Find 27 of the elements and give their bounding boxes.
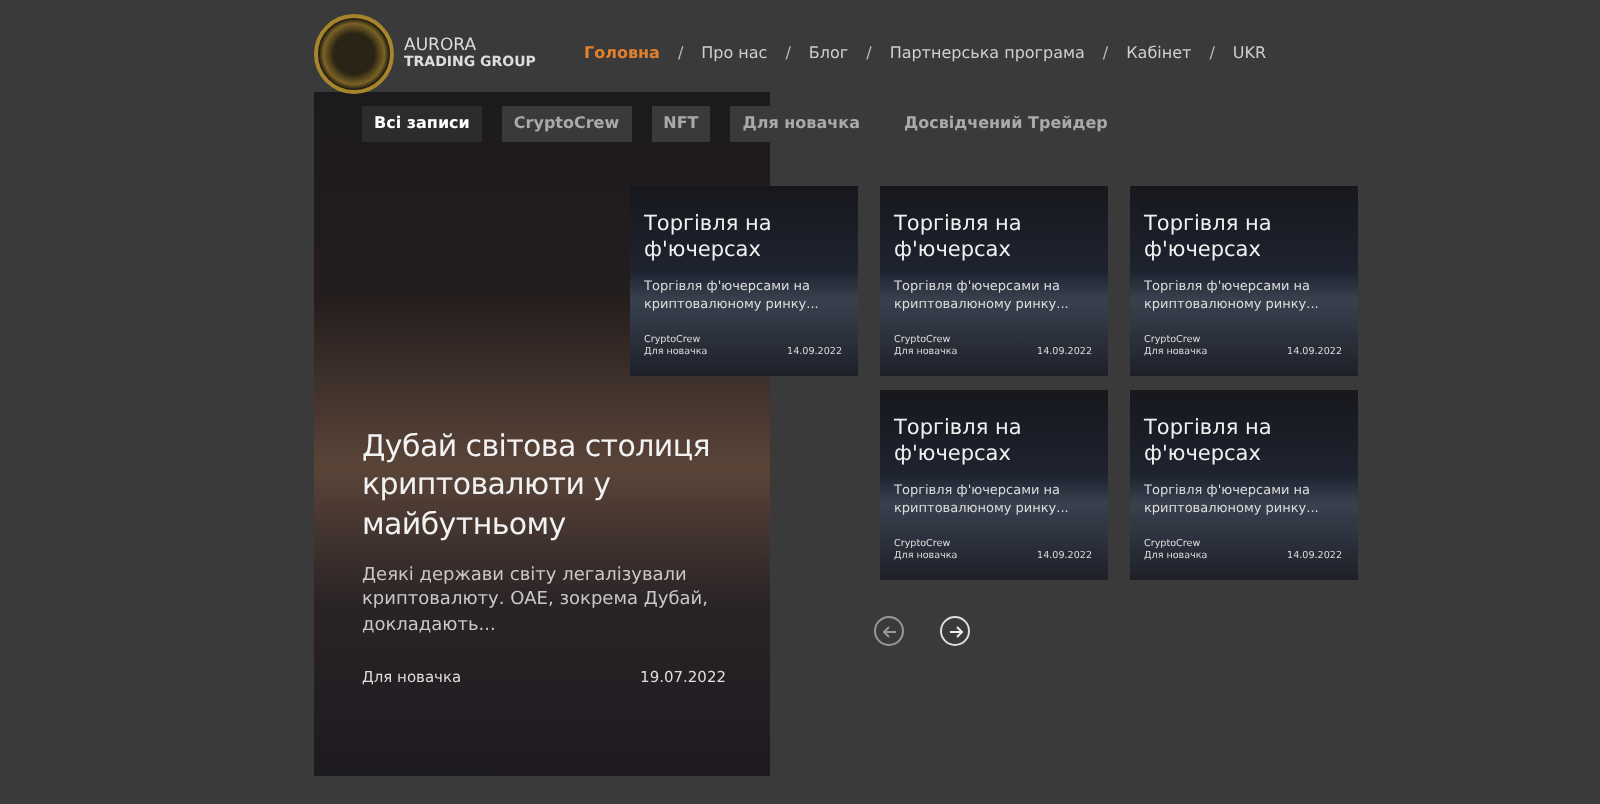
brand-name: AURORA — [404, 37, 479, 56]
nav-link[interactable]: Кабінет — [1126, 42, 1192, 66]
featured-post-title: Дубай світова столиця криптовалюти у майбутньому — [362, 427, 712, 545]
filter-tab[interactable]: Всі записи — [362, 106, 482, 142]
filter-tab[interactable]: CryptoCrew — [501, 106, 632, 142]
arrow-icon — [879, 621, 899, 641]
nav-separator: / — [1209, 42, 1215, 66]
nav-separator: / — [866, 42, 872, 66]
nav-separator: / — [785, 42, 791, 66]
logo-icon[interactable] — [314, 14, 394, 94]
post-title: Торгівля на ф'ючерсах — [644, 212, 774, 263]
post-title: Торгівля на ф'ючерсах — [894, 416, 1024, 467]
post-title: Торгівля на ф'ючерсах — [894, 212, 1024, 263]
next-arrow-button[interactable] — [940, 616, 970, 646]
nav-link[interactable]: Блог — [808, 42, 849, 66]
featured-post-excerpt: Деякі держави світу легалізували криптовалюту. ОАЕ, зокрема Дубай, докладають... — [362, 564, 710, 638]
previous-arrow-button[interactable] — [874, 616, 904, 646]
nav-separator: / — [677, 42, 684, 66]
nav-link[interactable]: Партнерська програма — [889, 42, 1085, 66]
nav-link[interactable]: Про нас — [701, 42, 768, 66]
nav-separator: / — [1102, 42, 1109, 66]
arrow-icon — [945, 621, 965, 641]
filter-tab[interactable]: NFT — [651, 106, 711, 142]
post-title: Торгівля на ф'ючерсах — [1144, 416, 1274, 467]
post-title: Торгівля на ф'ючерсах — [1144, 212, 1274, 263]
nav-link[interactable]: Головна — [584, 42, 660, 66]
nav-link[interactable]: UKR — [1232, 42, 1267, 66]
